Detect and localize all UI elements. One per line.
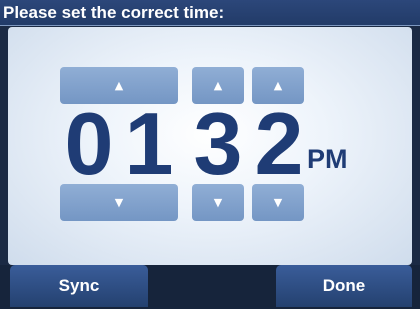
- minute-ones-digit: 2: [254, 94, 304, 193]
- hour-decrease-button[interactable]: ▼: [60, 184, 178, 221]
- hour-tens-digit: 0: [64, 94, 114, 193]
- time-setting-screen: Please set the correct time: ▲ ▲ ▲ 0 1 3…: [0, 0, 420, 309]
- minute-tens-decrease-button[interactable]: ▼: [192, 184, 244, 221]
- minute-ones-decrease-button[interactable]: ▼: [252, 184, 304, 221]
- meridiem-label: PM: [307, 144, 348, 174]
- down-arrow-icon: ▼: [213, 196, 223, 209]
- sync-button[interactable]: Sync: [10, 265, 148, 307]
- done-button[interactable]: Done: [276, 265, 412, 307]
- hour-ones-digit: 1: [124, 94, 174, 193]
- screen-title: Please set the correct time:: [0, 0, 420, 26]
- up-arrow-icon: ▲: [213, 79, 223, 92]
- down-arrow-icon: ▼: [114, 196, 124, 209]
- up-arrow-icon: ▲: [273, 79, 283, 92]
- up-arrow-icon: ▲: [114, 79, 124, 92]
- minute-tens-digit: 3: [193, 94, 243, 193]
- down-arrow-icon: ▼: [273, 196, 283, 209]
